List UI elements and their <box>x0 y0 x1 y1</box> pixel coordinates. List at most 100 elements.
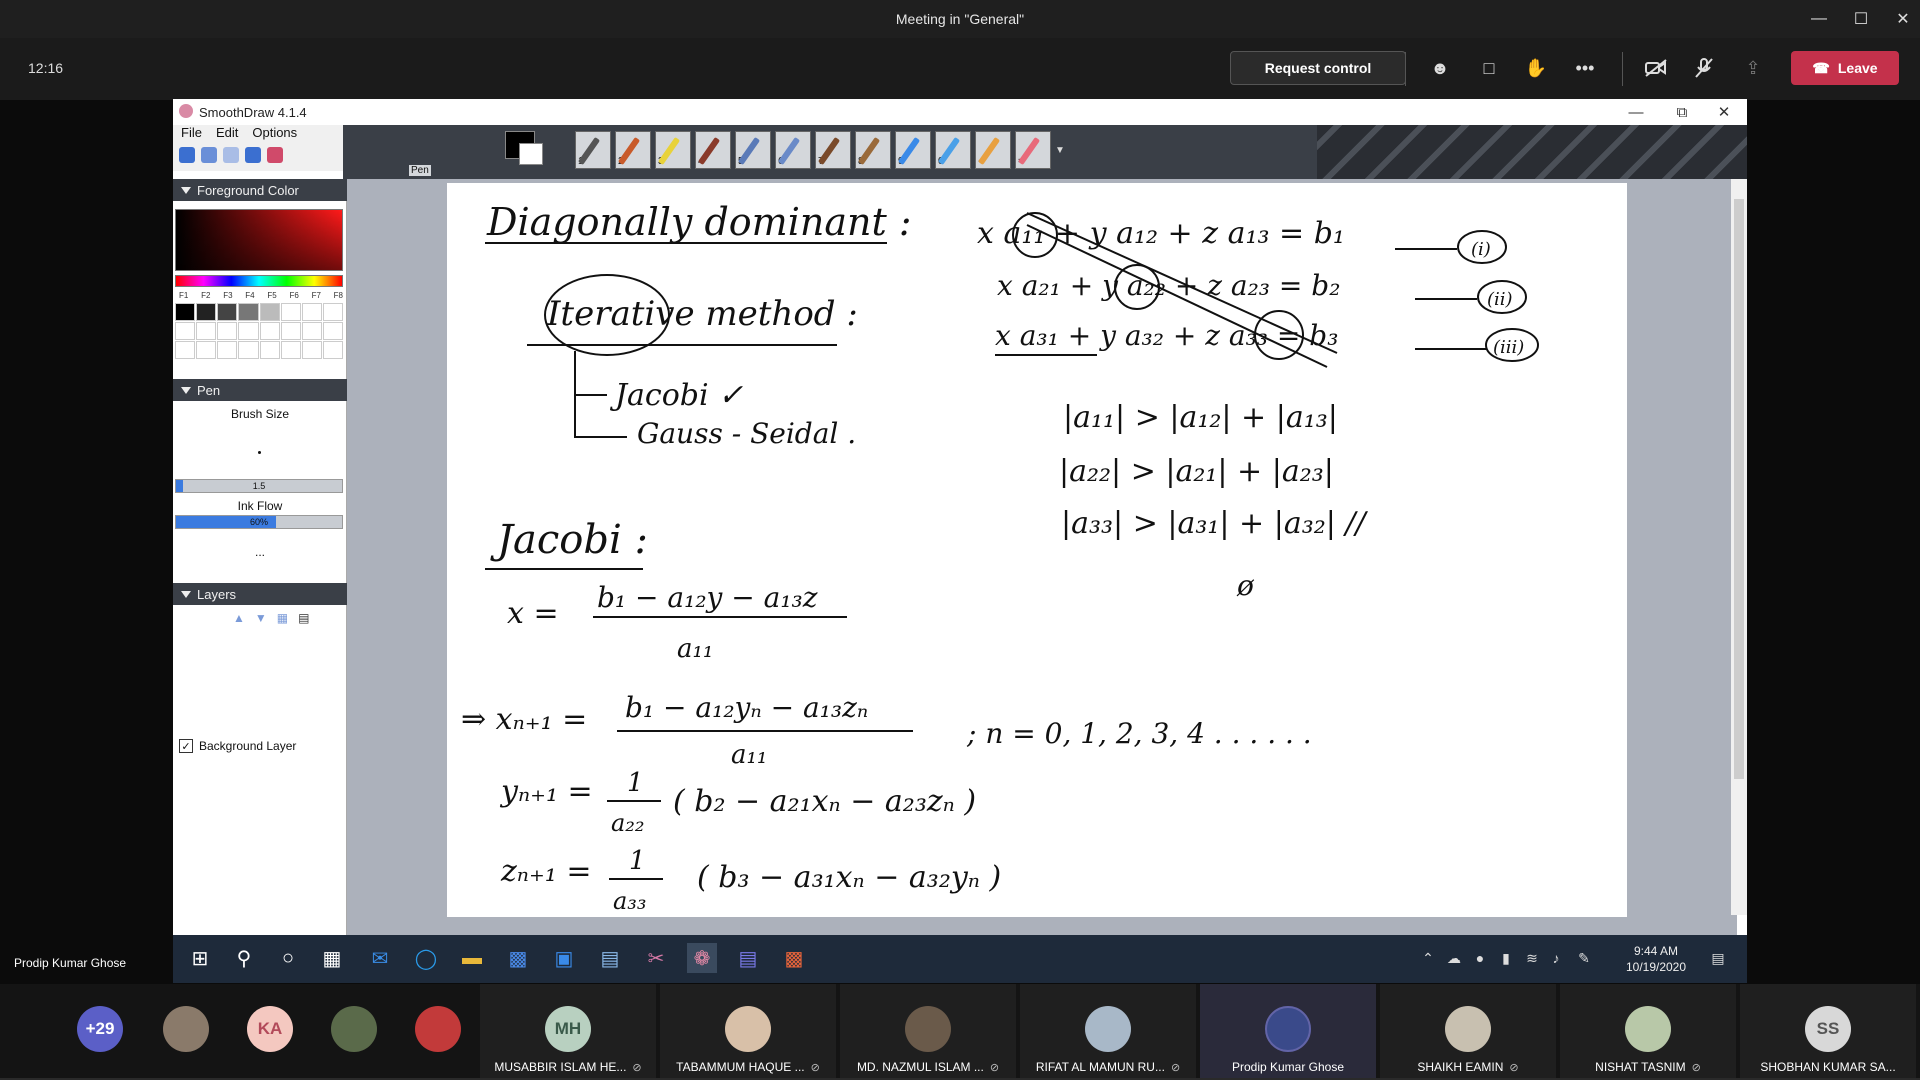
palette-swatch[interactable] <box>280 341 301 359</box>
mic-off-icon[interactable] <box>1690 54 1718 82</box>
undo-icon[interactable] <box>201 147 217 163</box>
participant-tile[interactable]: SHAIKH EAMIN ⊘ <box>1380 984 1556 1080</box>
request-control-button[interactable]: Request control <box>1230 51 1406 85</box>
palette-swatch[interactable] <box>217 341 238 359</box>
participant-avatar[interactable] <box>162 984 210 1080</box>
notifications-icon[interactable]: ▤ <box>1703 943 1733 973</box>
palette-swatch[interactable] <box>196 341 217 359</box>
brush-highlighter[interactable]: 3 <box>655 131 691 169</box>
sd-minimize-button[interactable]: — <box>1613 99 1659 125</box>
layer-visible-checkbox[interactable]: ✓ <box>179 739 193 753</box>
brush-pen[interactable]: 1 <box>575 131 611 169</box>
palette-swatch[interactable] <box>238 341 259 359</box>
brush-flat[interactable]: 8 <box>855 131 891 169</box>
sd-restore-button[interactable]: ⧉ <box>1659 99 1705 125</box>
snipping-tool-icon[interactable]: ✂ <box>641 943 671 973</box>
maximize-button[interactable]: ☐ <box>1838 0 1884 38</box>
palette-swatch[interactable] <box>301 341 322 359</box>
palette-swatch[interactable] <box>301 322 322 340</box>
brush-eraser[interactable]: = <box>1015 131 1051 169</box>
hue-slider[interactable] <box>175 275 343 287</box>
palette-swatch[interactable] <box>175 303 196 321</box>
system-clock[interactable]: 9:44 AM 10/19/2020 <box>1621 943 1691 975</box>
participant-tile[interactable]: SS SHOBHAN KUMAR SA... <box>1740 984 1916 1080</box>
minimize-button[interactable]: — <box>1796 0 1842 38</box>
brush-more-dropdown[interactable]: ▼ <box>1055 145 1065 156</box>
palette-swatch[interactable] <box>322 322 343 340</box>
background-swatch[interactable] <box>519 143 543 165</box>
brush-ink[interactable]: 6 <box>775 131 811 169</box>
brush-paint[interactable]: 7 <box>815 131 851 169</box>
layer-down-icon[interactable]: ▼ <box>255 611 267 625</box>
app-window-icon[interactable]: ▣ <box>549 943 579 973</box>
palette-swatch[interactable] <box>322 341 343 359</box>
ink-flow-slider[interactable]: 60% <box>175 515 343 529</box>
drawing-page[interactable]: Diagonally dominant : Iterative method :… <box>447 183 1627 917</box>
brush-size-slider[interactable]: 1.5 <box>175 479 343 493</box>
palette-swatch[interactable] <box>217 303 238 321</box>
brush-smudge[interactable]: - <box>975 131 1011 169</box>
task-view-icon[interactable]: ▦ <box>317 943 347 973</box>
palette-swatch[interactable] <box>280 303 301 321</box>
palette-swatch[interactable] <box>259 341 280 359</box>
windows-start-icon[interactable]: ⊞ <box>185 943 215 973</box>
layer-item[interactable]: ✓ Background Layer <box>179 739 296 753</box>
palette-swatch[interactable] <box>259 303 280 321</box>
palette-swatch[interactable] <box>175 322 196 340</box>
page-icon[interactable] <box>245 147 261 163</box>
menu-file[interactable]: File <box>181 125 202 143</box>
color-palette[interactable] <box>175 303 343 359</box>
pen-tray-icon[interactable]: ✎ <box>1569 943 1599 973</box>
brush-marker[interactable]: 4 <box>695 131 731 169</box>
edge-icon[interactable]: ◯ <box>411 943 441 973</box>
smoothdraw-task-icon[interactable]: ❁ <box>687 943 717 973</box>
teams-task-icon[interactable]: ▤ <box>733 943 763 973</box>
more-participants[interactable]: +29 <box>76 984 124 1080</box>
participant-tile[interactable]: NISHAT TASNIM ⊘ <box>1560 984 1736 1080</box>
palette-swatch[interactable] <box>196 303 217 321</box>
menu-edit[interactable]: Edit <box>216 125 238 143</box>
redo-icon[interactable] <box>223 147 239 163</box>
palette-swatch[interactable] <box>217 322 238 340</box>
share-screen-icon[interactable]: ⇪ <box>1739 54 1767 82</box>
foreground-panel-header[interactable]: Foreground Color <box>173 179 347 201</box>
powerpoint-icon[interactable]: ▩ <box>779 943 809 973</box>
image-icon[interactable] <box>267 147 283 163</box>
file-explorer-icon[interactable]: ▬ <box>457 943 487 973</box>
participant-tile[interactable]: RIFAT AL MAMUN RU... ⊘ <box>1020 984 1196 1080</box>
layer-up-icon[interactable]: ▲ <box>233 611 245 625</box>
brush-pencil[interactable]: 2 <box>615 131 651 169</box>
palette-swatch[interactable] <box>322 303 343 321</box>
volume-icon[interactable]: ♪ <box>1541 943 1571 973</box>
store-icon[interactable]: ▩ <box>503 943 533 973</box>
palette-swatch[interactable] <box>259 322 280 340</box>
brush-calligraphy[interactable]: 5 <box>735 131 771 169</box>
pen-panel-header[interactable]: Pen <box>173 379 347 401</box>
participant-avatar[interactable]: KA <box>246 984 294 1080</box>
close-button[interactable]: ✕ <box>1880 0 1920 38</box>
participant-tile[interactable]: MD. NAZMUL ISLAM ... ⊘ <box>840 984 1016 1080</box>
sd-close-button[interactable]: ✕ <box>1701 99 1747 125</box>
brush-water[interactable]: 0 <box>935 131 971 169</box>
participant-tile[interactable]: MH MUSABBIR ISLAM HE... ⊘ <box>480 984 656 1080</box>
more-settings[interactable]: ... <box>173 545 347 559</box>
palette-swatch[interactable] <box>301 303 322 321</box>
participant-avatar[interactable] <box>414 984 462 1080</box>
camera-off-icon[interactable] <box>1642 54 1670 82</box>
palette-swatch[interactable] <box>196 322 217 340</box>
vertical-scrollbar[interactable] <box>1731 179 1747 915</box>
save-icon[interactable] <box>179 147 195 163</box>
search-icon[interactable]: ⚲ <box>229 943 259 973</box>
palette-swatch[interactable] <box>238 303 259 321</box>
layer-add-icon[interactable]: ▦ <box>277 611 288 625</box>
layers-panel-header[interactable]: Layers <box>173 583 347 605</box>
chat-icon[interactable]: □ <box>1475 54 1503 82</box>
cortana-icon[interactable]: ○ <box>273 943 303 973</box>
participant-tile-active[interactable]: Prodip Kumar Ghose <box>1200 984 1376 1080</box>
brush-star[interactable]: 9 <box>895 131 931 169</box>
layer-props-icon[interactable]: ▤ <box>298 611 309 625</box>
participant-avatar[interactable] <box>330 984 378 1080</box>
palette-swatch[interactable] <box>280 322 301 340</box>
palette-swatch[interactable] <box>238 322 259 340</box>
network-app-icon[interactable]: ▤ <box>595 943 625 973</box>
